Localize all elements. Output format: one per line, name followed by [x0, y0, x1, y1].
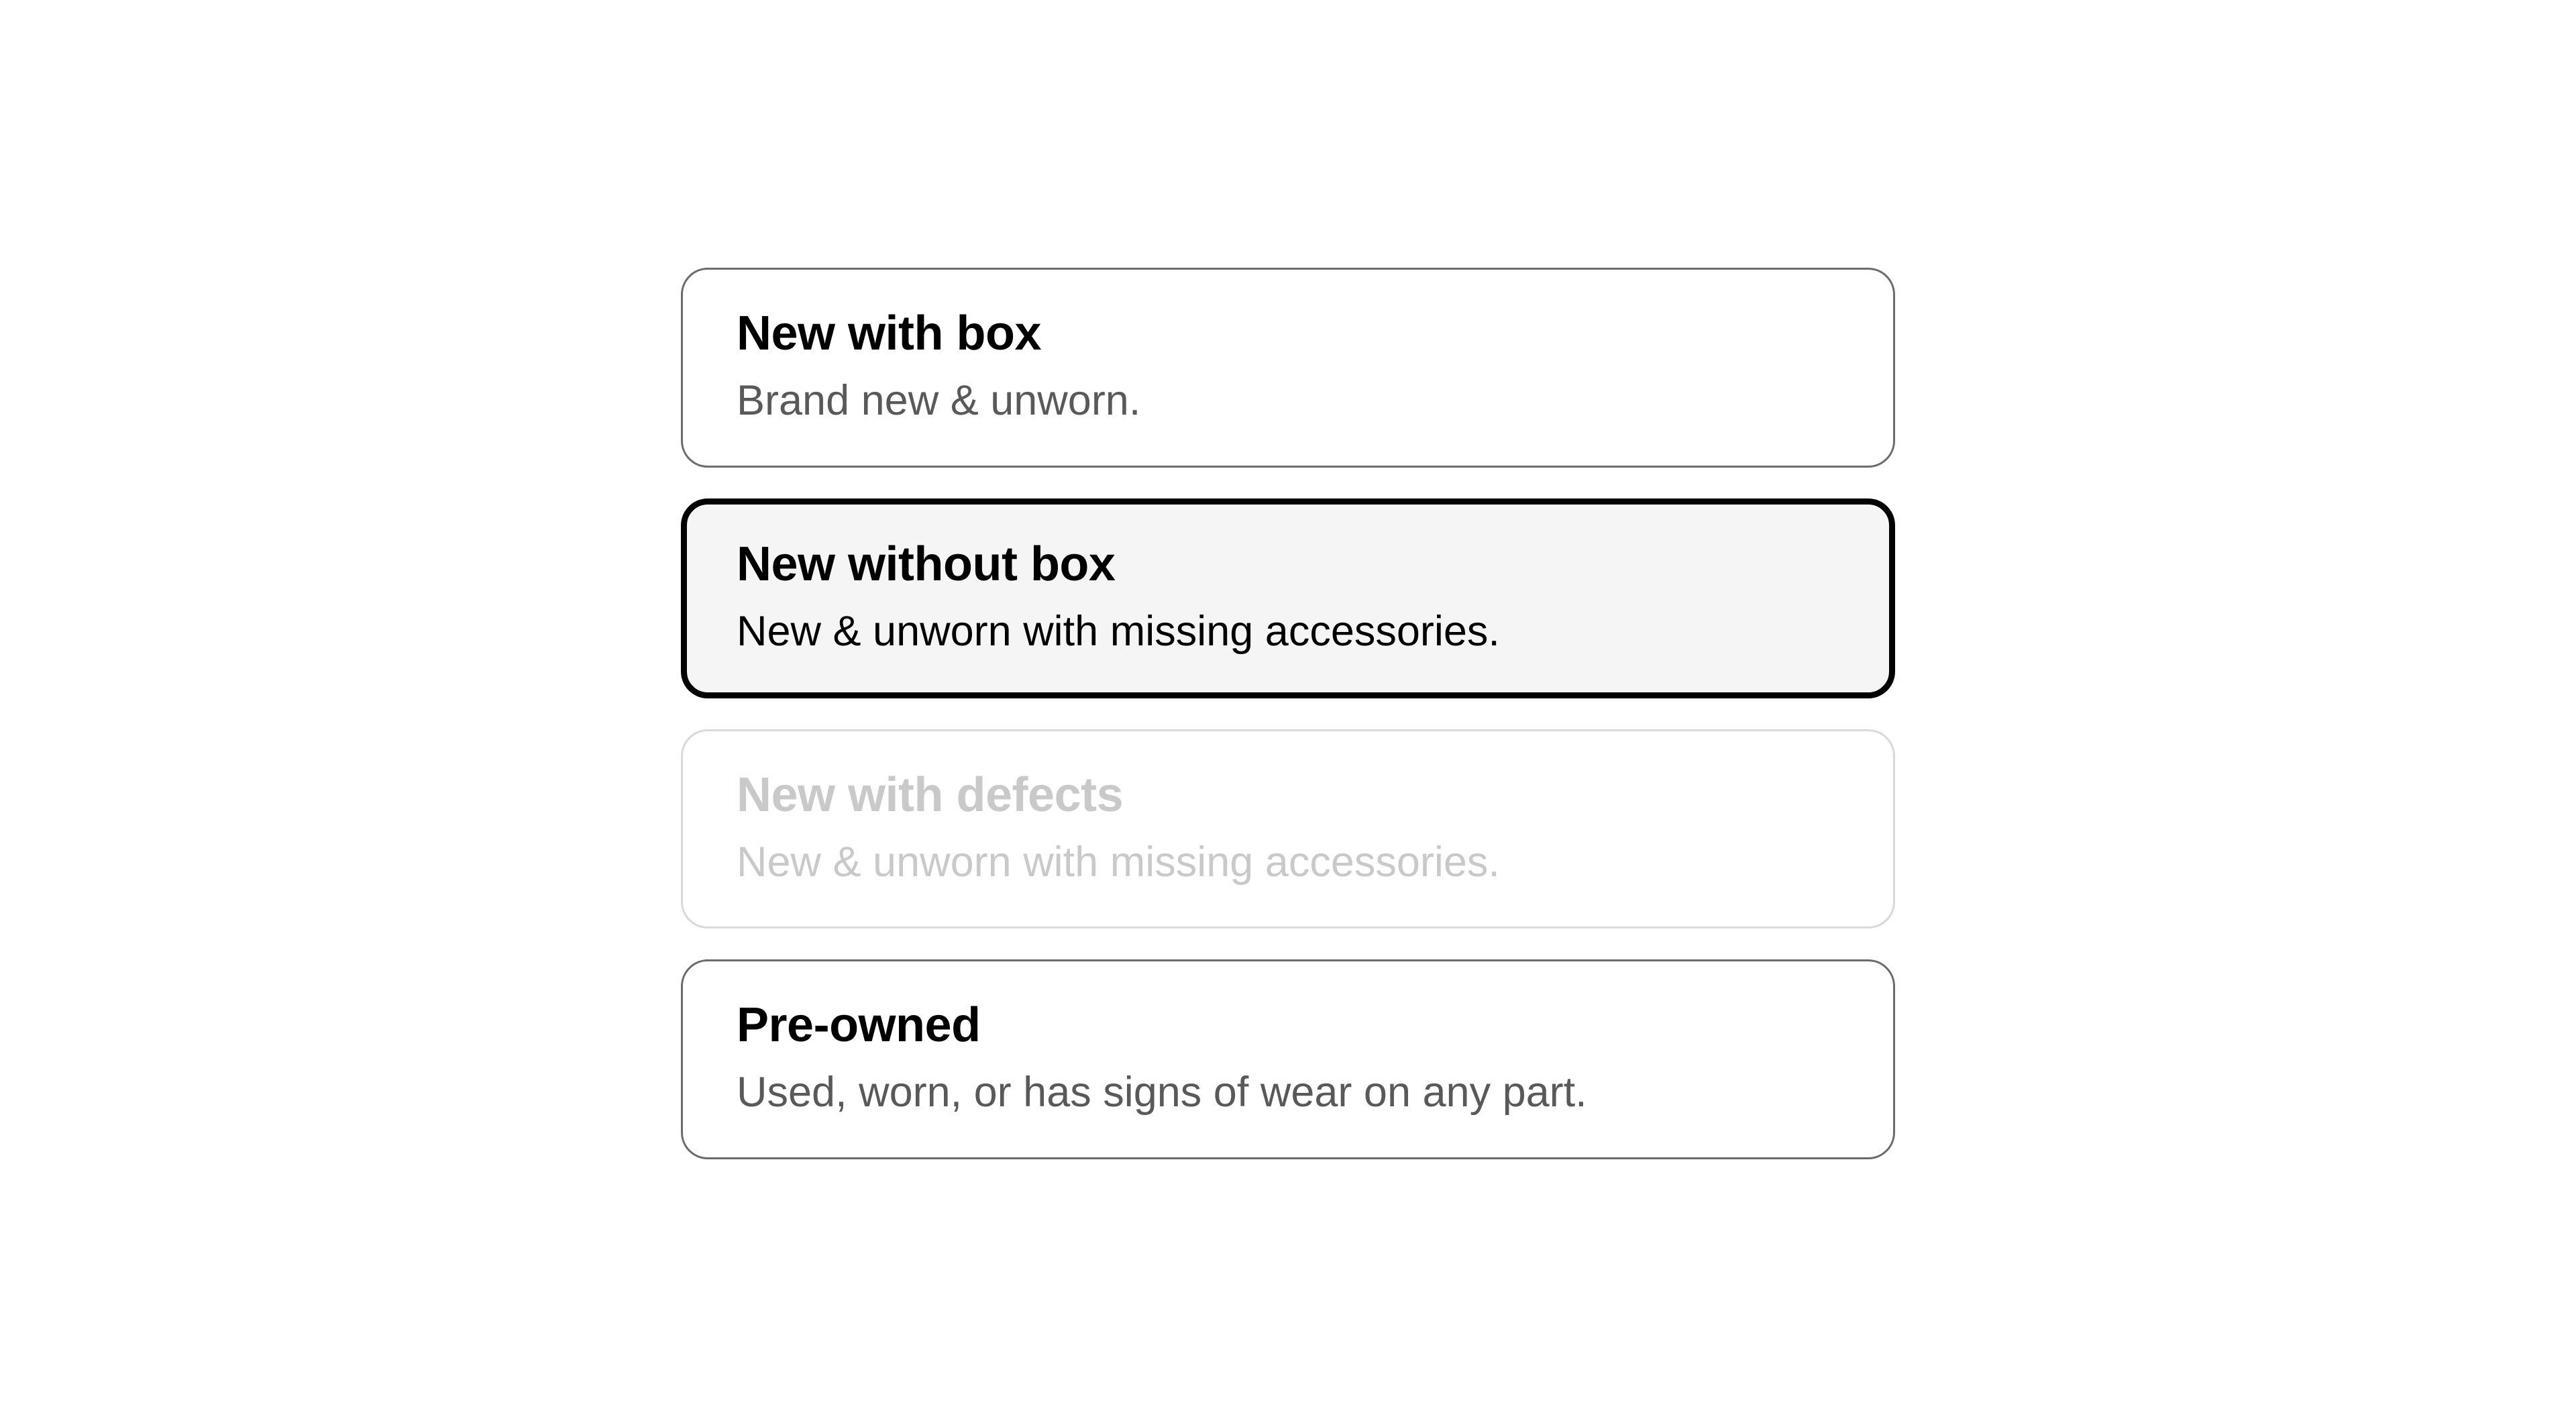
condition-option-new-without-box[interactable]: New without box New & unworn with missin…	[681, 498, 1895, 698]
option-title: New with defects	[737, 769, 1839, 822]
option-description: Brand new & unworn.	[737, 376, 1839, 425]
option-description: Used, worn, or has signs of wear on any …	[737, 1068, 1839, 1116]
condition-option-pre-owned[interactable]: Pre-owned Used, worn, or has signs of we…	[681, 959, 1895, 1159]
condition-option-new-with-box[interactable]: New with box Brand new & unworn.	[681, 268, 1895, 468]
option-title: New with box	[737, 307, 1839, 360]
option-description: New & unworn with missing accessories.	[737, 838, 1839, 886]
option-title: Pre-owned	[737, 999, 1839, 1052]
option-title: New without box	[737, 538, 1839, 591]
option-description: New & unworn with missing accessories.	[737, 607, 1839, 655]
condition-option-new-with-defects: New with defects New & unworn with missi…	[681, 729, 1895, 929]
condition-option-list: New with box Brand new & unworn. New wit…	[681, 268, 1895, 1159]
